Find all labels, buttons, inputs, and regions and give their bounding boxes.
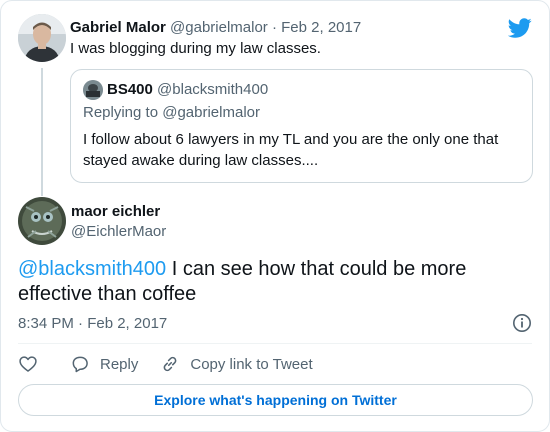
avatar-image [18, 197, 66, 245]
reply-button[interactable]: Reply [70, 354, 138, 374]
replying-to-line: Replying to @gabrielmalor [83, 103, 520, 123]
separator: · [267, 19, 282, 36]
tweet-embed-card: Gabriel Malor @gabrielmalor · Feb 2, 201… [0, 0, 550, 432]
tweet-date[interactable]: Feb 2, 2017 [281, 19, 361, 36]
parent-tweet-header: Gabriel Malor @gabrielmalor · Feb 2, 201… [70, 18, 361, 38]
copy-link-label: Copy link to Tweet [190, 355, 313, 373]
main-author-handle[interactable]: @EichlerMaor [71, 222, 166, 242]
like-button[interactable] [18, 354, 48, 374]
thread-connector-line [41, 68, 43, 196]
gabriel-malor-avatar[interactable] [18, 14, 66, 62]
reply-label: Reply [100, 355, 139, 373]
parent-tweet[interactable]: Gabriel Malor @gabrielmalor · Feb 2, 201… [18, 12, 533, 197]
avatar-image [18, 14, 66, 62]
quoted-tweet[interactable]: BS400 @blacksmith400 Replying to @gabrie… [70, 69, 533, 183]
quoted-tweet-text: I follow about 6 lawyers in my TL and yo… [83, 131, 499, 169]
divider [18, 343, 532, 344]
twitter-bird-icon[interactable] [508, 16, 532, 40]
heart-icon [19, 356, 37, 372]
reply-icon [72, 356, 88, 373]
replying-to-label: Replying to [83, 104, 163, 121]
tweet-actions: Reply Copy link to Tweet [18, 353, 335, 375]
quoted-author-handle: @blacksmith400 [157, 81, 269, 98]
parent-tweet-text: I was blogging during my law classes. [70, 40, 321, 57]
bs400-avatar [83, 80, 103, 100]
info-icon[interactable] [512, 313, 532, 333]
author-handle[interactable]: @gabrielmalor [170, 19, 268, 36]
link-icon [163, 356, 177, 372]
author-name[interactable]: Gabriel Malor [70, 19, 166, 36]
explore-twitter-button[interactable]: Explore what's happening on Twitter [18, 384, 533, 416]
main-tweet-text: @blacksmith400 I can see how that could … [18, 257, 528, 307]
quoted-tweet-header: BS400 @blacksmith400 [83, 80, 520, 100]
avatar-image [83, 80, 103, 100]
quoted-author-name: BS400 [107, 81, 153, 98]
mention-link[interactable]: @blacksmith400 [18, 258, 166, 280]
tweet-timestamp[interactable]: 8:34 PM · Feb 2, 2017 [18, 314, 167, 334]
maor-eichler-avatar[interactable] [18, 197, 66, 245]
main-author-name[interactable]: maor eichler [71, 202, 160, 222]
replying-to-handle: @gabrielmalor [162, 104, 260, 121]
copy-link-button[interactable]: Copy link to Tweet [160, 354, 313, 374]
